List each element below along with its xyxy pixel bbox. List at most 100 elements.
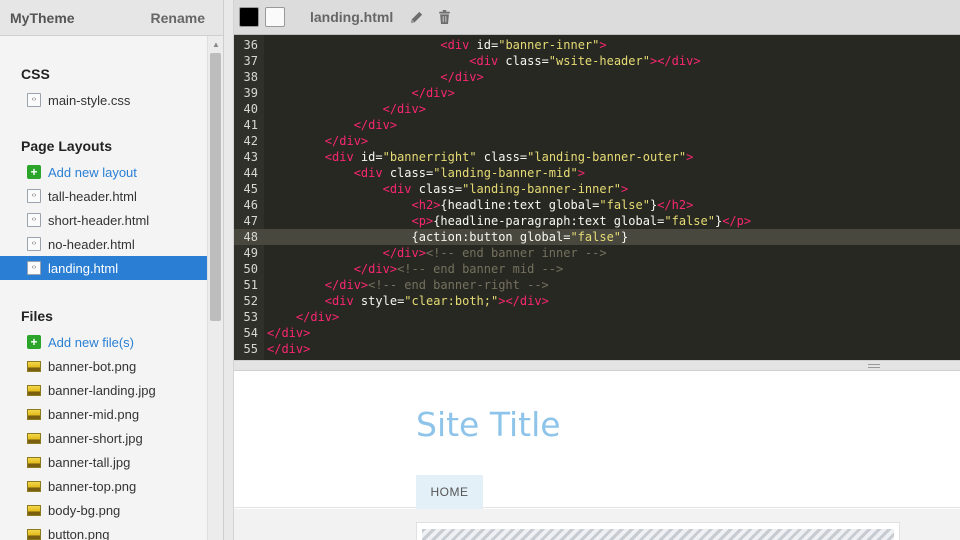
sidebar-file-item[interactable]: banner-top.png <box>0 474 208 498</box>
code-text: <div id="bannerright" class="landing-ban… <box>324 150 694 164</box>
sidebar-file-item[interactable]: button.png <box>0 522 208 540</box>
line-number: 36 <box>243 38 258 52</box>
theme-editor-app: MyTheme Rename CSS ‹› main-style.css Page L… <box>0 0 960 540</box>
file-item-label: Add new layout <box>48 164 137 180</box>
nav-item-home[interactable]: HOME <box>416 475 483 509</box>
code-text: </div> <box>411 86 455 100</box>
sidebar-file-list: CSS ‹› main-style.css Page Layouts + Add new … <box>0 36 208 540</box>
drag-handle-icon[interactable] <box>868 364 880 368</box>
sidebar-file-item[interactable]: ‹› main-style.css <box>0 88 208 112</box>
line-number: 55 <box>243 342 258 356</box>
image-file-icon <box>27 360 41 372</box>
file-name-tab[interactable]: landing.html <box>310 9 393 25</box>
scroll-up-arrow-icon[interactable]: ▲ <box>212 40 220 49</box>
code-line[interactable]: 54 </div> <box>234 325 960 341</box>
section-title-files: Files <box>21 308 53 324</box>
add-file-button[interactable]: + Add new file(s) <box>0 330 208 354</box>
image-file-icon <box>27 456 41 468</box>
image-file-icon <box>27 384 41 396</box>
banner-container <box>416 522 900 540</box>
rename-button[interactable]: Rename <box>151 10 205 26</box>
code-line[interactable]: 49 </div><!-- end banner inner --> <box>234 245 960 261</box>
line-number: 50 <box>243 262 258 276</box>
sidebar-file-item[interactable]: banner-tall.jpg <box>0 450 208 474</box>
code-text: {action:button global="false"} <box>267 230 629 244</box>
file-item-label: main-style.css <box>48 92 131 108</box>
code-line[interactable]: 40 </div> <box>234 101 960 117</box>
banner-image <box>422 529 894 540</box>
sidebar-file-item[interactable]: ‹› tall-header.html <box>0 184 208 208</box>
sidebar-file-item[interactable]: body-bg.png <box>0 498 208 522</box>
line-number: 51 <box>243 278 258 292</box>
image-file-icon <box>27 432 41 444</box>
code-line[interactable]: 50 </div><!-- end banner mid --> <box>234 261 960 277</box>
code-text: <div class="landing-banner-inner"> <box>382 182 629 196</box>
code-line[interactable]: 37 <div class="wsite-header"></div> <box>234 53 960 69</box>
line-number: 38 <box>243 70 258 84</box>
sidebar-file-item[interactable]: banner-mid.png <box>0 402 208 426</box>
site-preview: Site Title HOME <box>234 371 960 540</box>
editor-preview-splitter[interactable] <box>234 360 960 371</box>
code-line[interactable]: 52 <div style="clear:both;"></div> <box>234 293 960 309</box>
code-line[interactable]: 39 </div> <box>234 85 960 101</box>
editor-toolbar: landing.html <box>234 0 960 35</box>
image-file-icon <box>27 528 41 540</box>
section-title-css: CSS <box>21 66 50 82</box>
sidebar-file-item[interactable]: ‹› short-header.html <box>0 208 208 232</box>
file-item-label: body-bg.png <box>48 502 121 518</box>
code-line[interactable]: 44 <div class="landing-banner-mid"> <box>234 165 960 181</box>
code-text: <p>{headline-paragraph:text global="fals… <box>411 214 752 228</box>
code-text: <h2>{headline:text global="false"}</h2> <box>411 198 694 212</box>
line-number: 45 <box>243 182 258 196</box>
trash-icon[interactable] <box>438 10 451 24</box>
sidebar-file-item[interactable]: ‹› no-header.html <box>0 232 208 256</box>
code-text: </div> <box>267 326 311 340</box>
code-line[interactable]: 47 <p>{headline-paragraph:text global="f… <box>234 213 960 229</box>
file-item-label: tall-header.html <box>48 188 137 204</box>
scrollbar-thumb[interactable] <box>210 53 221 321</box>
file-item-label: landing.html <box>48 260 119 276</box>
file-item-label: short-header.html <box>48 212 150 228</box>
sidebar-file-item[interactable]: banner-bot.png <box>0 354 208 378</box>
code-line[interactable]: 42 </div> <box>234 133 960 149</box>
sidebar-file-item[interactable]: banner-short.jpg <box>0 426 208 450</box>
site-title[interactable]: Site Title <box>416 405 561 444</box>
line-number: 41 <box>243 118 258 132</box>
file-item-label: banner-mid.png <box>48 406 140 422</box>
sidebar-file-item[interactable]: banner-landing.jpg <box>0 378 208 402</box>
sidebar: MyTheme Rename CSS ‹› main-style.css Page L… <box>0 0 224 540</box>
code-line[interactable]: 51 </div><!-- end banner-right --> <box>234 277 960 293</box>
light-theme-swatch[interactable] <box>265 7 285 27</box>
line-number: 43 <box>243 150 258 164</box>
code-line[interactable]: 45 <div class="landing-banner-inner"> <box>234 181 960 197</box>
image-file-icon <box>27 480 41 492</box>
code-text: <div class="landing-banner-mid"> <box>353 166 585 180</box>
code-line[interactable]: 48 {action:button global="false"} <box>234 229 960 245</box>
code-text: </div><!-- end banner mid --> <box>353 262 564 276</box>
code-text: </div> <box>324 134 369 148</box>
line-number: 48 <box>243 230 258 244</box>
sidebar-scrollbar[interactable]: ▲ <box>207 36 223 540</box>
section-title-page-layouts: Page Layouts <box>21 138 113 154</box>
html-file-icon: ‹› <box>27 213 41 227</box>
pencil-icon[interactable] <box>409 10 424 25</box>
line-number: 44 <box>243 166 258 180</box>
add-layout-button[interactable]: + Add new layout <box>0 160 208 184</box>
code-line[interactable]: 55 </div> <box>234 341 960 357</box>
code-text: </div> <box>440 70 484 84</box>
image-file-icon <box>27 408 41 420</box>
dark-theme-swatch[interactable] <box>239 7 259 27</box>
html-file-icon: ‹› <box>27 261 41 275</box>
code-line[interactable]: 43 <div id="bannerright" class="landing-… <box>234 149 960 165</box>
file-item-label: banner-short.jpg <box>48 430 143 446</box>
code-line[interactable]: 46 <h2>{headline:text global="false"}</h… <box>234 197 960 213</box>
code-editor[interactable]: 36 <div id="banner-inner"> 37 <div class=… <box>234 35 960 360</box>
code-line[interactable]: 53 </div> <box>234 309 960 325</box>
code-line[interactable]: 38 </div> <box>234 69 960 85</box>
code-line[interactable]: 41 </div> <box>234 117 960 133</box>
html-file-icon: ‹› <box>27 189 41 203</box>
line-number: 46 <box>243 198 258 212</box>
code-line[interactable]: 36 <div id="banner-inner"> <box>234 37 960 53</box>
line-number: 42 <box>243 134 258 148</box>
sidebar-file-item[interactable]: ‹› landing.html <box>0 256 208 280</box>
